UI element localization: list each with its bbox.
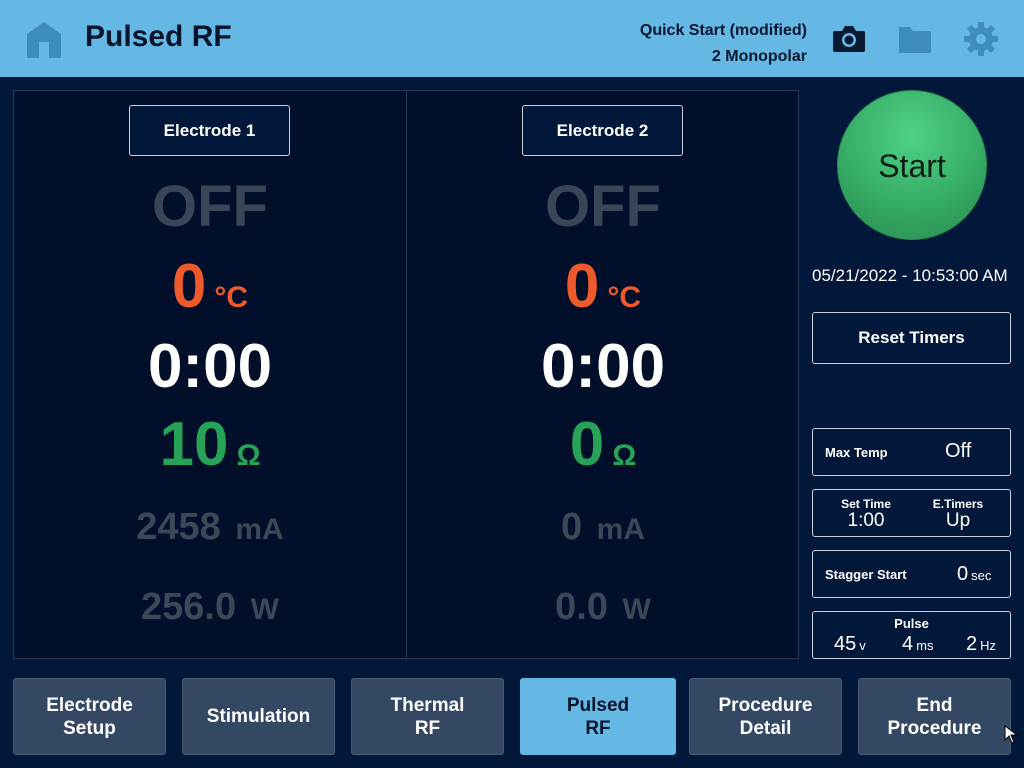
nav-thermal-rf-label: Thermal RF <box>391 694 465 740</box>
power-unit: W <box>622 593 651 626</box>
start-button[interactable]: Start <box>837 90 987 240</box>
temperature-unit: °C <box>214 281 249 314</box>
nav-label-line: Procedure <box>718 694 813 716</box>
date-time: 05/21/2022 - 10:53:00 AM <box>812 266 1008 285</box>
pulse-width-unit: ms <box>916 638 934 653</box>
mouse-cursor-icon <box>1004 725 1019 744</box>
electrode-2-power: 0.0 W <box>407 586 799 629</box>
electrode-2-current: 0 mA <box>407 506 799 549</box>
pulse-width-value: 4 <box>902 633 914 655</box>
e-timers-value: Up <box>945 510 971 531</box>
stagger-start-value: 0 sec <box>957 563 991 586</box>
electrode-2-column: Electrode 2 OFF 0 °C 0:00 0Ω 0 mA 0.0 W <box>407 91 799 658</box>
electrode-2-timer: 0:00 <box>540 332 666 401</box>
electrode-1-column: Electrode 1 OFF 0 °C 0:00 10 Ω 2458 mA 256… <box>14 91 406 658</box>
pulse-voltage-value: 45 <box>834 633 857 655</box>
preset-name: Quick Start (modified) <box>639 22 807 39</box>
max-temp-setting[interactable]: Max Temp Off <box>812 428 1011 476</box>
stagger-start-setting[interactable]: Stagger Start 0 sec <box>812 550 1011 598</box>
page-title: Pulsed RF <box>85 20 232 53</box>
pulse-label: Pulse <box>894 616 929 631</box>
camera-icon[interactable] <box>831 21 867 57</box>
electrode-2-impedance: 0Ω <box>407 409 799 480</box>
stagger-start-label: Stagger Start <box>825 567 907 582</box>
pulse-voltage-unit: v <box>859 638 866 653</box>
pulse-rate-unit: Hz <box>980 638 997 653</box>
folder-icon[interactable] <box>897 21 933 57</box>
timer-settings[interactable]: Set Time 1:00 E.Timers Up <box>812 489 1011 537</box>
nav-electrode-setup-label: Electrode Setup <box>46 694 133 740</box>
nav-end-procedure[interactable]: End Procedure <box>858 678 1011 755</box>
preset-mode: 2 Monopolar <box>711 48 807 65</box>
nav-pulsed-rf[interactable]: Pulsed RF <box>520 678 676 755</box>
electrode-1-state: OFF <box>152 174 268 239</box>
max-temp-label: Max Temp <box>825 445 888 460</box>
nav-thermal-rf[interactable]: Thermal RF <box>351 678 504 755</box>
nav-stimulation-label: Stimulation <box>206 706 311 727</box>
temperature-value: 0 <box>171 252 207 321</box>
reset-timers-button[interactable]: Reset Timers <box>812 312 1011 364</box>
electrode-1-impedance: 10 Ω <box>14 409 406 480</box>
impedance-unit: Ω <box>236 439 261 472</box>
current-value: 0 <box>560 506 583 548</box>
nav-pulsed-rf-label: Pulsed RF <box>567 694 629 740</box>
nav-stimulation[interactable]: Stimulation <box>182 678 335 755</box>
nav-end-procedure-label: End Procedure <box>888 694 982 740</box>
gear-icon[interactable] <box>963 21 999 57</box>
nav-procedure-detail-label: Procedure Detail <box>719 694 813 740</box>
preset-info: Quick Start (modified) 2 Monopolar <box>640 18 807 70</box>
top-bar: Pulsed RF Quick Start (modified) 2 Monop… <box>0 0 1024 77</box>
stagger-start-number: 0 <box>957 563 969 585</box>
impedance-value: 10 <box>159 410 229 479</box>
nav-electrode-setup[interactable]: Electrode Setup <box>13 678 166 755</box>
temperature-unit: °C <box>607 281 642 314</box>
nav-label-line: Electrode <box>46 694 133 716</box>
nav-label-line: Procedure <box>887 717 982 739</box>
set-time-value: 1:00 <box>847 510 885 531</box>
power-value: 256.0 <box>141 586 237 628</box>
nav-label-line: Pulsed <box>566 694 630 716</box>
nav-label-line: Thermal <box>390 694 465 716</box>
pulse-rate: 2 Hz <box>966 633 996 656</box>
home-icon[interactable] <box>25 20 63 60</box>
nav-procedure-detail[interactable]: Procedure Detail <box>689 678 842 755</box>
electrode-2-state: OFF <box>545 174 661 239</box>
current-unit: mA <box>596 513 646 546</box>
electrode-2-temperature: 0 °C <box>407 251 799 322</box>
impedance-value: 0 <box>569 410 605 479</box>
temperature-value: 0 <box>564 252 600 321</box>
set-time-label: Set Time <box>841 497 891 511</box>
electrode-1-timer: 0:00 <box>147 332 273 401</box>
pulse-rate-value: 2 <box>966 633 978 655</box>
electrode-2-button[interactable]: Electrode 2 <box>522 105 683 156</box>
electrode-1-current: 2458 mA <box>14 506 406 549</box>
pulse-width: 4 ms <box>902 633 933 656</box>
power-value: 0.0 <box>555 586 608 628</box>
nav-label-line: RF <box>414 717 441 739</box>
pulse-settings[interactable]: Pulse 45 v 4 ms 2 Hz <box>812 611 1011 659</box>
e-timers-label: E.Timers <box>932 497 984 511</box>
pulse-voltage: 45 v <box>834 633 866 656</box>
max-temp-value: Off <box>945 440 972 462</box>
electrode-1-button[interactable]: Electrode 1 <box>129 105 290 156</box>
impedance-unit: Ω <box>612 439 637 472</box>
nav-label-line: Detail <box>739 717 792 739</box>
current-value: 2458 <box>136 506 221 548</box>
nav-label-line: End <box>916 694 953 716</box>
electrode-1-temperature: 0 °C <box>14 251 406 322</box>
electrode-panel: Electrode 1 OFF 0 °C 0:00 10 Ω 2458 mA 256… <box>13 90 799 659</box>
current-unit: mA <box>235 513 284 546</box>
power-unit: W <box>250 593 279 626</box>
stagger-start-unit: sec <box>971 568 992 583</box>
nav-label-line: Setup <box>63 717 116 739</box>
nav-label-line: RF <box>585 717 611 739</box>
electrode-1-power: 256.0 W <box>14 586 406 629</box>
